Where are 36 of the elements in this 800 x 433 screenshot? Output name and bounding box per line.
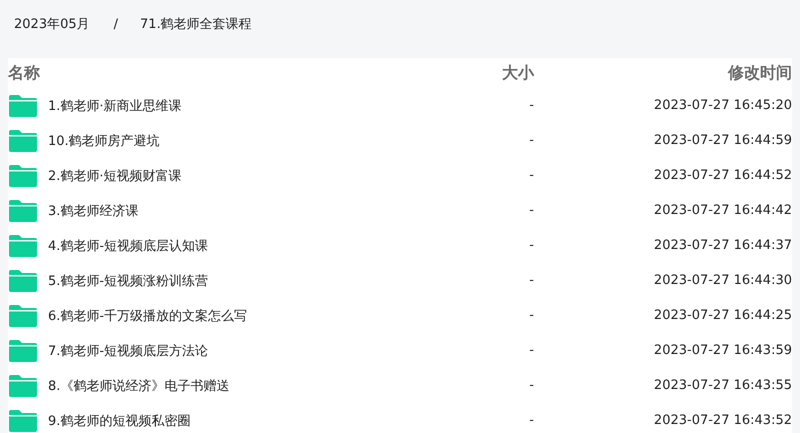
modified-time-cell-text: 2023-07-27 16:44:30 xyxy=(652,273,792,288)
folder-name-link[interactable]: 4.鹤老师-短视频底层认知课 xyxy=(48,236,208,254)
folder-name-link[interactable]: 7.鹤老师-短视频底层方法论 xyxy=(48,342,208,360)
folder-name-link[interactable]: 8.《鹤老师说经济》电子书赠送 xyxy=(48,376,230,394)
column-header[interactable]: 大小 xyxy=(434,62,534,84)
column-header[interactable]: 修改时间 xyxy=(534,62,792,84)
size-cell-text: - xyxy=(528,133,534,148)
modified-time-cell-text: 2023-07-27 16:44:37 xyxy=(652,238,792,253)
size-cell-text: - xyxy=(528,98,534,113)
size-cell-text: - xyxy=(528,238,534,253)
size-cell-text: - xyxy=(528,308,534,323)
modified-time-cell-text: 2023-07-27 16:44:59 xyxy=(652,133,792,148)
breadcrumb-separator: / xyxy=(114,16,118,32)
modified-time-cell-text: 2023-07-27 16:43:59 xyxy=(652,343,792,358)
folder-name-link[interactable]: 6.鹤老师-千万级播放的文案怎么写 xyxy=(48,306,248,324)
size-cell-text: - xyxy=(528,203,534,218)
modified-time-cell-text: 2023-07-27 16:43:52 xyxy=(652,413,792,428)
size-cell-text: - xyxy=(528,378,534,393)
breadcrumb-link[interactable]: 71.鹤老师全套课程 xyxy=(140,15,252,33)
folder-name-link[interactable]: 2.鹤老师·短视频财富课 xyxy=(48,166,182,184)
modified-time-cell-text: 2023-07-27 16:44:52 xyxy=(652,168,792,183)
modified-time-cell-text: 2023-07-27 16:44:42 xyxy=(652,203,792,218)
folder-name-link[interactable]: 5.鹤老师-短视频涨粉训练营 xyxy=(48,272,208,290)
size-cell-text: - xyxy=(528,343,534,358)
folder-name-link[interactable]: 1.鹤老师·新商业思维课 xyxy=(48,96,182,114)
modified-time-cell-text: 2023-07-27 16:45:20 xyxy=(652,98,792,113)
modified-time-cell-text: 2023-07-27 16:43:55 xyxy=(652,378,792,393)
breadcrumb-link[interactable]: 2023年05月 xyxy=(14,15,90,33)
modified-time-cell-text: 2023-07-27 16:44:25 xyxy=(652,308,792,323)
folder-name-link[interactable]: 3.鹤老师经济课 xyxy=(48,202,138,220)
size-cell-text: - xyxy=(528,168,534,183)
folder-name-link[interactable]: 10.鹤老师房产避坑 xyxy=(48,132,160,150)
column-header[interactable]: 名称 xyxy=(8,62,434,84)
size-cell-text: - xyxy=(528,273,534,288)
folder-name-link[interactable]: 9.鹤老师的短视频私密圈 xyxy=(48,412,190,430)
size-cell-text: - xyxy=(528,413,534,428)
